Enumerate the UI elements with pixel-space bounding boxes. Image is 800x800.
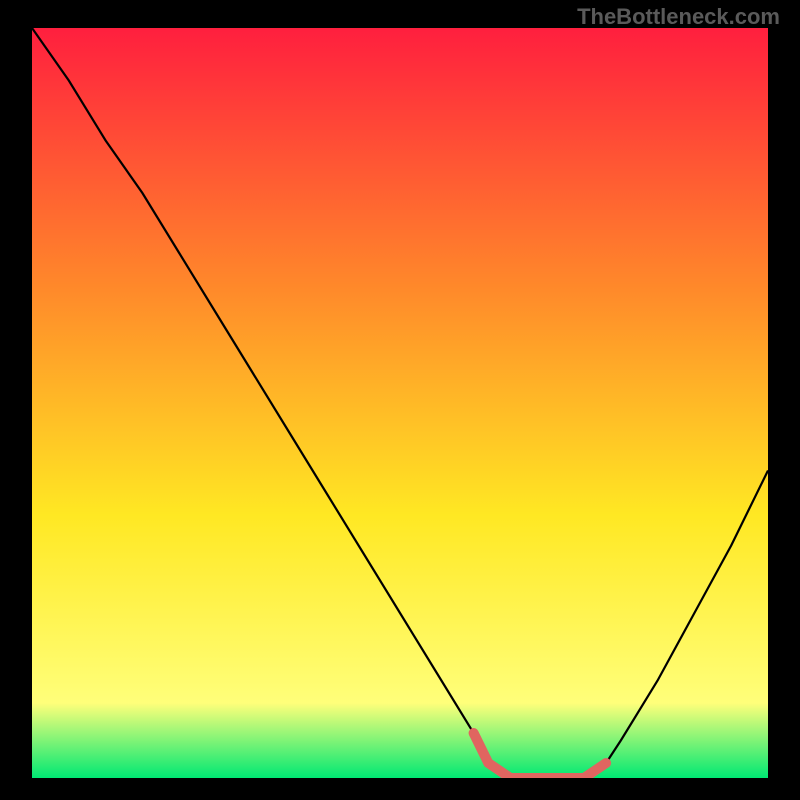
chart-svg xyxy=(32,28,768,778)
chart-container: TheBottleneck.com xyxy=(0,0,800,800)
plot-area xyxy=(32,28,768,778)
gradient-background xyxy=(32,28,768,778)
watermark-text: TheBottleneck.com xyxy=(577,4,780,30)
